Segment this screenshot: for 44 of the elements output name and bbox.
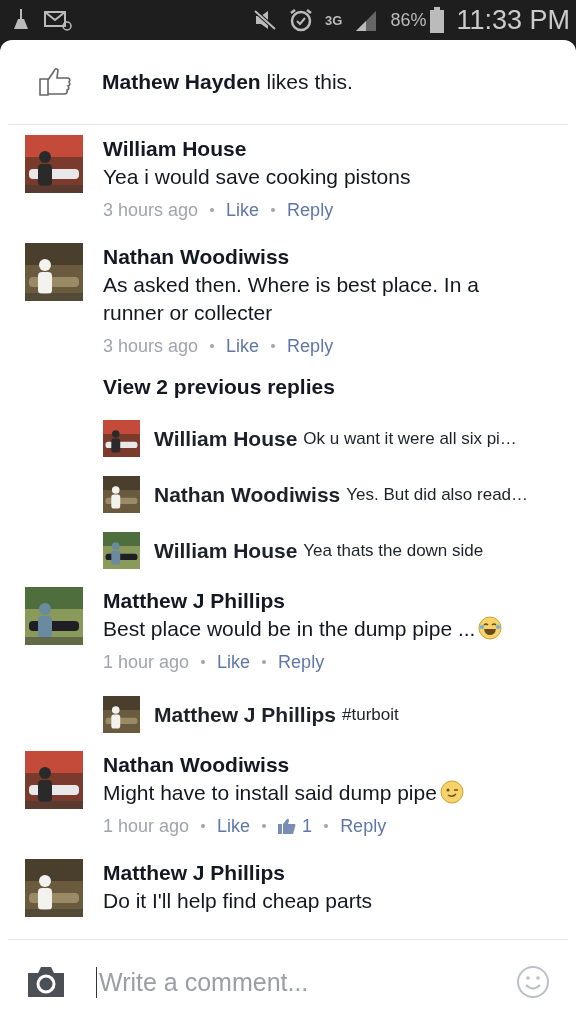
- comment-author[interactable]: Nathan Woodiwiss: [103, 243, 576, 271]
- thumbs-up-icon: [38, 67, 72, 97]
- network-label: 3G: [325, 12, 343, 28]
- comment-author[interactable]: Matthew J Phillips: [103, 859, 576, 887]
- reply-text: #turboit: [342, 704, 399, 725]
- comment-time: 1 hour ago: [103, 815, 190, 838]
- mail-icon: [44, 9, 72, 31]
- reply-text: Ok u want it were all six pi…: [303, 428, 517, 449]
- comment-text: Best place would be in the dump pipe ...: [103, 617, 476, 640]
- comment-time: 3 hours ago: [103, 199, 199, 222]
- comment-text: Yea i would save cooking pistons: [103, 165, 411, 188]
- comment-text: Might have to install said dump pipe: [103, 781, 437, 804]
- comment-author[interactable]: Matthew J Phillips: [103, 587, 576, 615]
- reply-author[interactable]: William House: [154, 426, 298, 451]
- battery-percent: 86%: [390, 9, 427, 31]
- like-link[interactable]: Like: [226, 195, 260, 225]
- thumbs-up-icon: [278, 818, 297, 834]
- like-link[interactable]: Like: [217, 647, 251, 677]
- battery-icon: [430, 7, 445, 33]
- mute-icon: [253, 9, 278, 31]
- comment-time: 3 hours ago: [103, 335, 199, 358]
- reply-author[interactable]: Matthew J Phillips: [154, 702, 337, 727]
- reply-link[interactable]: Reply: [287, 195, 334, 225]
- clock: 11:33 PM: [456, 4, 570, 36]
- comment-text: As asked then. Where is best place. In a runner or collecter: [103, 273, 479, 324]
- reply-text: Yes. But did also read…: [346, 484, 529, 505]
- reply-link[interactable]: Reply: [287, 331, 334, 361]
- camera-icon[interactable]: [26, 965, 66, 999]
- reply-link[interactable]: Reply: [340, 811, 387, 841]
- like-link[interactable]: Like: [226, 331, 260, 361]
- signal-icon: [354, 9, 379, 31]
- likes-summary: Mathew Hayden likes this.: [102, 70, 353, 94]
- view-replies-link[interactable]: View 2 previous replies: [103, 373, 576, 401]
- alarm-icon: [289, 8, 314, 32]
- reply-author[interactable]: Nathan Woodiwiss: [154, 482, 341, 507]
- comment-author[interactable]: Nathan Woodiwiss: [103, 751, 576, 779]
- comment-time: 1 hour ago: [103, 651, 190, 674]
- comment-author[interactable]: William House: [103, 135, 576, 163]
- reply-author[interactable]: William House: [154, 538, 298, 563]
- like-count: 1: [302, 815, 313, 838]
- reply-text: Yea thats the down side: [303, 540, 484, 561]
- comment-text: Do it I'll help find cheap parts: [103, 889, 372, 912]
- like-link[interactable]: Like: [217, 811, 251, 841]
- reply-link[interactable]: Reply: [278, 647, 325, 677]
